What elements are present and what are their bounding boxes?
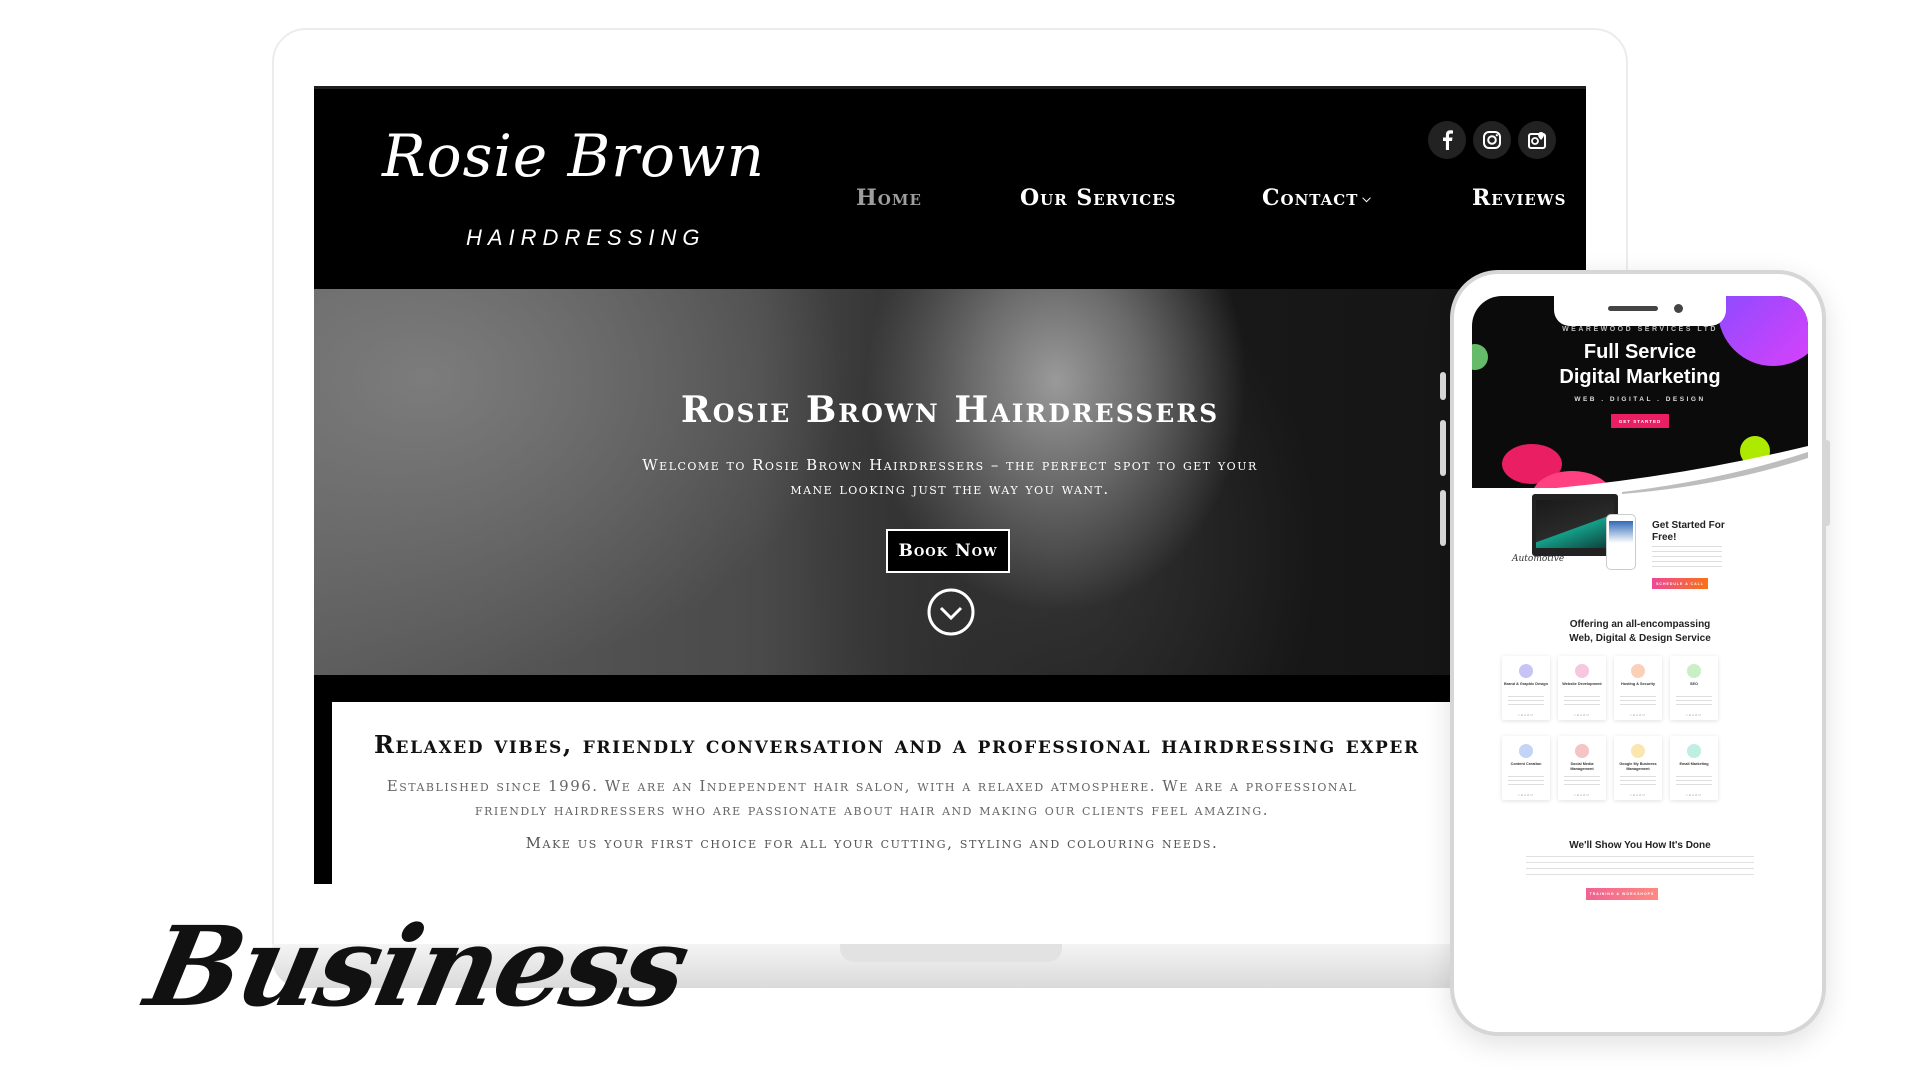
schedule-call-button[interactable]: SCHEDULE A CALL [1652, 578, 1708, 589]
show-body-text [1526, 856, 1754, 878]
nav-home[interactable]: Home [856, 185, 922, 211]
category-label: Business [136, 902, 699, 1031]
phone-title-line: Full Service [1583, 341, 1697, 363]
phone-side-button [1440, 490, 1446, 546]
service-card-title: Email Marketing [1679, 762, 1709, 766]
phone-screen: WEAREWOOD SERVICES LTD Full Service Digit… [1472, 296, 1808, 1032]
service-card-link[interactable]: LEARN [1558, 793, 1606, 797]
service-card[interactable]: Google My Business Management LEARN [1614, 736, 1662, 800]
site-header: Rosie Brown HAIRDRESSING Home Our Servic… [314, 86, 1586, 289]
phone-side-button [1440, 420, 1446, 476]
about-text: Established since 1996. We are an Indepe… [386, 777, 1358, 819]
service-card-title: Brand & Graphic Design [1504, 682, 1548, 686]
signature-text: Automotive [1512, 554, 1565, 564]
service-card-title: Google My Business Management [1619, 762, 1657, 771]
phone-side-button [1440, 372, 1446, 400]
service-icon [1631, 664, 1645, 678]
service-card-link[interactable]: LEARN [1670, 793, 1718, 797]
service-icon [1519, 744, 1533, 758]
hero-wave [1472, 446, 1808, 496]
get-started-title: Get Started For Free! [1652, 520, 1725, 543]
hero-title: Rosie Brown Hairdressers [680, 389, 1220, 431]
instagram-icon[interactable] [1473, 121, 1511, 159]
service-card-title: Social Media Management [1570, 762, 1594, 771]
phone-title: Full Service Digital Marketing [1472, 340, 1808, 390]
google-business-icon[interactable] [1518, 121, 1556, 159]
phone-title-line: Digital Marketing [1559, 366, 1721, 388]
phone-get-started-button[interactable]: GET STARTED [1611, 414, 1669, 428]
service-card-title: Hosting & Security [1621, 682, 1655, 686]
service-card-link[interactable]: LEARN [1670, 713, 1718, 717]
logo-title[interactable]: Rosie Brown [382, 127, 765, 185]
phone-power-button [1824, 440, 1830, 526]
laptop-notch [840, 944, 1062, 962]
service-card-title: Content Creation [1510, 762, 1542, 766]
offer-title-line: Web, Digital & Design Service [1569, 633, 1711, 644]
phone-notch [1554, 296, 1726, 326]
laptop-screen: Rosie Brown HAIRDRESSING Home Our Servic… [314, 86, 1586, 884]
show-title: We'll Show You How It's Done [1569, 840, 1711, 851]
service-card-title: SEO [1689, 682, 1699, 686]
get-started-body [1652, 546, 1722, 570]
nav-reviews[interactable]: Reviews [1472, 185, 1566, 211]
service-card-link[interactable]: LEARN [1614, 713, 1662, 717]
about-section: Relaxed vibes, friendly conversation and… [332, 696, 1586, 884]
service-card-link[interactable]: LEARN [1558, 713, 1606, 717]
service-icon [1575, 744, 1589, 758]
nav-our-services[interactable]: Our Services [1020, 185, 1176, 211]
offer-title-line: Offering an all-encompassing [1569, 619, 1711, 630]
service-icon [1575, 664, 1589, 678]
hero-text: Welcome to Rosie Brown Hairdressers – th… [642, 456, 1258, 498]
service-card-title: Website Development [1562, 682, 1602, 686]
about-title: Relaxed vibes, friendly conversation and… [374, 730, 1420, 759]
service-card-link[interactable]: LEARN [1614, 793, 1662, 797]
phone-subtitle: WEB . DIGITAL . DESIGN [1574, 396, 1706, 403]
service-icon [1687, 744, 1701, 758]
offer-title: Offering an all-encompassing Web, Digital… [1472, 618, 1808, 646]
nav-contact-label: Contact [1262, 185, 1359, 211]
chevron-down-icon: ⌵ [1362, 192, 1372, 205]
service-card-link[interactable]: LEARN [1502, 793, 1550, 797]
service-icon [1631, 744, 1645, 758]
service-icon [1687, 664, 1701, 678]
service-card[interactable]: Email Marketing LEARN [1670, 736, 1718, 800]
phone-kicker: WEAREWOOD SERVICES LTD [1562, 326, 1718, 333]
service-card[interactable]: Content Creation LEARN [1502, 736, 1550, 800]
service-card-link[interactable]: LEARN [1502, 713, 1550, 717]
hero-banner: Rosie Brown Hairdressers Welcome to Rosi… [314, 289, 1586, 675]
mockup-phone-image [1606, 514, 1636, 570]
service-icon [1519, 664, 1533, 678]
facebook-icon[interactable] [1428, 121, 1466, 159]
service-card[interactable]: Website Development LEARN [1558, 656, 1606, 720]
service-card[interactable]: Brand & Graphic Design LEARN [1502, 656, 1550, 720]
service-card[interactable]: Social Media Management LEARN [1558, 736, 1606, 800]
training-workshops-button[interactable]: TRAINING & WORKSHOPS [1586, 888, 1658, 900]
service-card[interactable]: SEO LEARN [1670, 656, 1718, 720]
about-text-secondary: Make us your first choice for all your c… [525, 834, 1219, 852]
scroll-down-icon[interactable] [926, 587, 976, 637]
logo-subtitle: HAIRDRESSING [466, 225, 706, 250]
service-card[interactable]: Hosting & Security LEARN [1614, 656, 1662, 720]
book-now-button[interactable]: Book Now [886, 529, 1010, 573]
nav-contact[interactable]: Contact ⌵ [1262, 185, 1372, 211]
